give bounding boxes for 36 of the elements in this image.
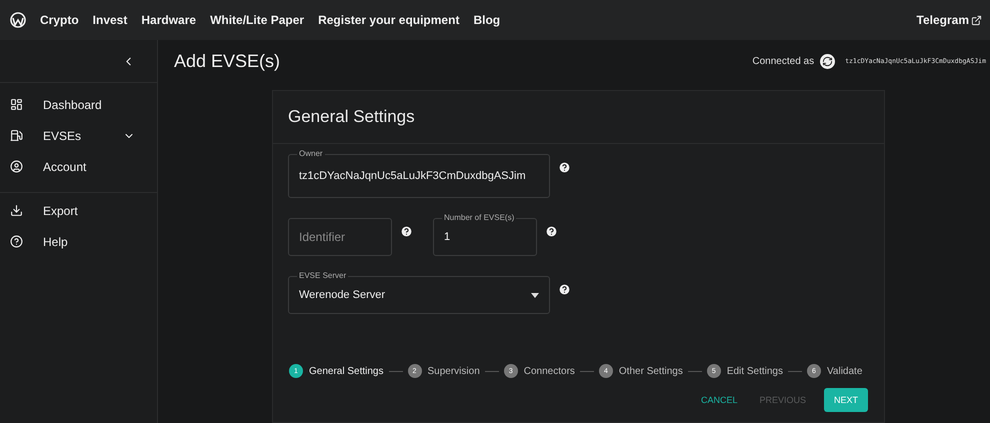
user-icon — [10, 160, 23, 173]
sidebar-item[interactable]: EVSEs — [43, 128, 103, 142]
sidebar-item[interactable]: Account — [43, 160, 135, 174]
step-label: Supervision — [428, 366, 480, 376]
help-icon[interactable] — [558, 283, 571, 296]
nav-link[interactable]: Crypto — [40, 13, 79, 27]
nav-link[interactable]: White/Lite Paper — [210, 13, 304, 27]
connected-label: Connected as — [752, 56, 814, 66]
step-label: Edit Settings — [726, 366, 783, 376]
nav-link[interactable]: Blog — [473, 13, 500, 27]
page-title: Add EVSE(s) — [174, 50, 280, 72]
nav-link[interactable]: Telegram — [916, 13, 969, 27]
download-icon — [10, 204, 23, 217]
text-button[interactable]: CANCEL — [696, 388, 742, 412]
step-label: Other Settings — [618, 366, 683, 376]
dashboard-icon — [10, 98, 23, 111]
step-label: Validate — [826, 366, 862, 376]
fuel-pump-icon — [10, 129, 23, 142]
nav-link[interactable]: Hardware — [141, 13, 196, 27]
dropdown-arrow-icon — [531, 292, 539, 298]
input-field[interactable]: Identifier — [288, 218, 392, 256]
help-icon[interactable] — [400, 225, 413, 238]
step-label: General Settings — [309, 366, 384, 376]
step-label: Connectors — [524, 366, 575, 376]
help-icon[interactable] — [558, 161, 571, 174]
logo-icon[interactable] — [10, 12, 26, 28]
wallet-icon — [820, 54, 836, 68]
nav-link[interactable]: Invest — [92, 13, 128, 27]
nav-link[interactable]: Register your equipment — [318, 13, 460, 27]
card-title: General Settings — [273, 91, 884, 144]
help-icon[interactable] — [545, 225, 558, 238]
external-link-icon — [971, 14, 982, 26]
sidebar-item[interactable]: Help — [43, 234, 135, 248]
sidebar-item[interactable]: Dashboard — [43, 98, 135, 112]
sidebar-item[interactable]: Export — [43, 204, 135, 218]
help-icon — [10, 235, 23, 248]
